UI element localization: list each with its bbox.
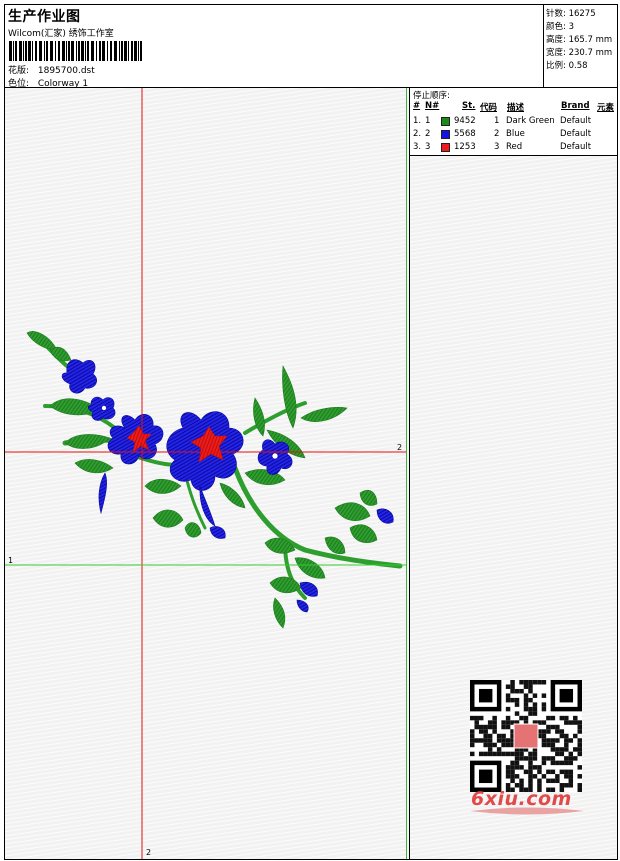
design-scale: 比例: 0.58: [546, 61, 588, 71]
col-n: N#: [425, 101, 440, 111]
col-st: St.: [462, 101, 476, 111]
col-brand: Brand: [561, 101, 590, 111]
barcode-icon: [9, 41, 142, 61]
watermark-swoosh-icon: [470, 807, 584, 815]
horizontal-green-guide-label: 1: [8, 556, 14, 565]
col-element: 元素: [597, 103, 615, 113]
col-desc: 描述: [507, 103, 525, 113]
table-row: 3. 3 1253 3 Red Default: [413, 142, 592, 152]
studio-name: Wilcom(汇家) 绣饰工作室: [8, 29, 114, 39]
header-panel: 生产作业图 Wilcom(汇家) 绣饰工作室 花版: 1895700.dst 色…: [4, 4, 618, 89]
table-row: 2. 2 5568 2 Blue Default: [413, 129, 592, 139]
design-canvas: 2 2 1: [5, 88, 406, 859]
pattern-label: 花版:: [8, 66, 30, 76]
col-code: 代码: [480, 103, 498, 113]
flower-center-right: [271, 452, 279, 460]
stop-sequence-table: 停止顺序: # N# St. 代码 描述 Brand 元素 1. 1 9452 …: [410, 88, 617, 156]
col-index: #: [413, 101, 421, 111]
vertical-guide-label: 2: [146, 848, 152, 857]
qr-code-icon: [470, 680, 582, 792]
stats-panel: 针数: 16275 颜色: 3 高度: 165.7 mm 宽度: 230.7 m…: [543, 5, 618, 88]
swatch-dark-green: [441, 117, 450, 126]
sheet-title: 生产作业图: [8, 9, 81, 25]
horizontal-red-guide-label: 2: [397, 443, 403, 452]
pattern-value: 1895700.dst: [37, 66, 95, 76]
color-count: 颜色: 3: [546, 22, 574, 32]
swatch-red: [441, 143, 450, 152]
design-width: 宽度: 230.7 mm: [546, 48, 613, 58]
flower-center-small: [101, 405, 107, 411]
table-row: 1. 1 9452 1 Dark Green Default: [413, 116, 592, 126]
embroidery-design: [5, 88, 406, 859]
swatch-blue: [441, 130, 450, 139]
pattern-line: 花版: 1895700.dst: [8, 63, 95, 76]
stitch-count: 针数: 16275: [546, 9, 596, 19]
stop-sequence-title: 停止顺序:: [413, 91, 450, 101]
design-height: 高度: 165.7 mm: [546, 35, 613, 45]
production-sheet: 生产作业图 Wilcom(汇家) 绣饰工作室 花版: 1895700.dst 色…: [0, 0, 620, 861]
